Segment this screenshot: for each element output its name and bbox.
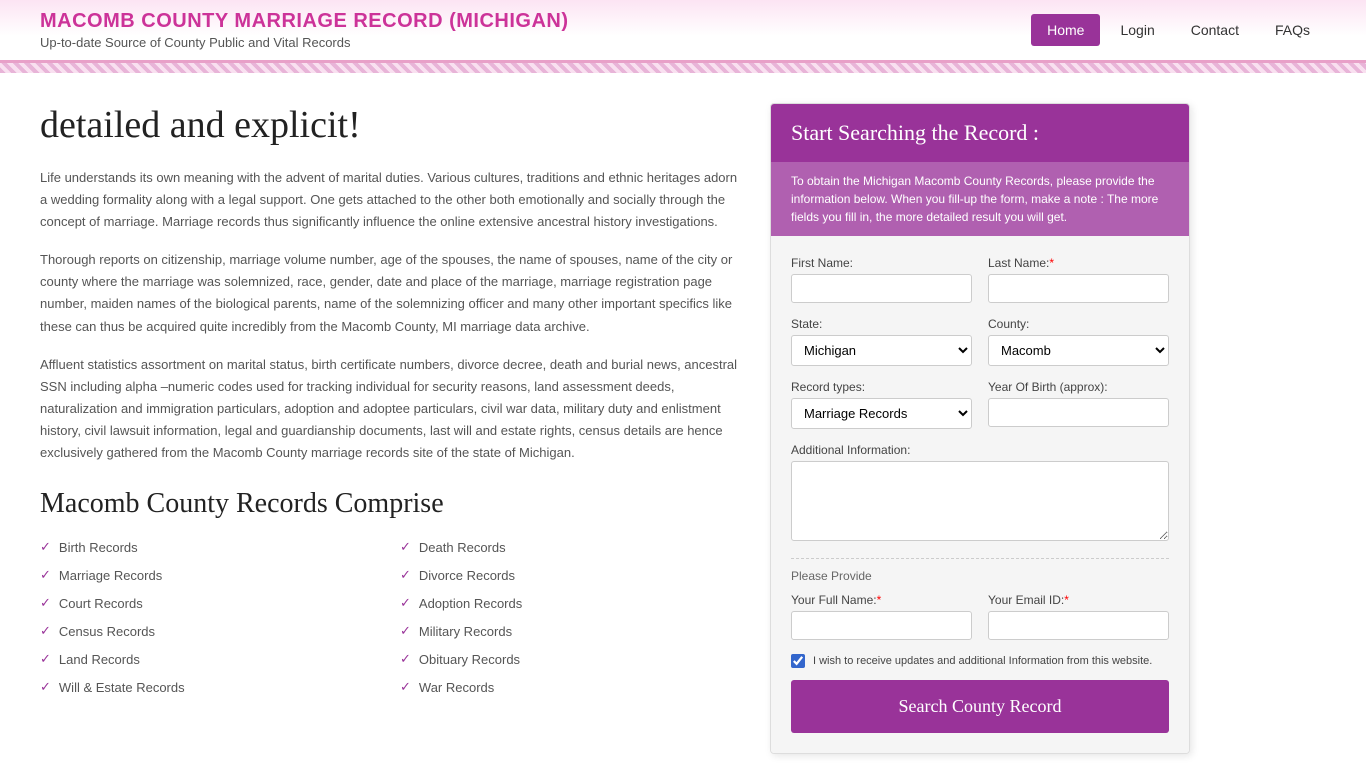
check-icon: ✓ <box>400 567 411 583</box>
check-icon: ✓ <box>400 539 411 555</box>
list-item: ✓ Land Records <box>40 648 380 670</box>
form-header: Start Searching the Record : <box>771 104 1189 162</box>
record-label: Land Records <box>59 652 140 667</box>
county-label: County: <box>988 317 1169 331</box>
record-label: Obituary Records <box>419 652 520 667</box>
list-item: ✓ Court Records <box>40 592 380 614</box>
main-heading: detailed and explicit! <box>40 103 740 147</box>
check-icon: ✓ <box>40 623 51 639</box>
last-name-input[interactable] <box>988 274 1169 303</box>
additional-group: Additional Information: <box>791 443 1169 544</box>
first-name-label: First Name: <box>791 256 972 270</box>
record-label: Marriage Records <box>59 568 162 583</box>
email-group: Your Email ID:* <box>988 593 1169 640</box>
first-name-input[interactable] <box>791 274 972 303</box>
record-label: Death Records <box>419 540 506 555</box>
required-marker: * <box>1049 256 1054 270</box>
list-item: ✓ Military Records <box>400 620 740 642</box>
list-item: ✓ Will & Estate Records <box>40 676 380 698</box>
full-name-input[interactable] <box>791 611 972 640</box>
check-icon: ✓ <box>400 595 411 611</box>
required-marker: * <box>877 593 882 607</box>
record-label: Divorce Records <box>419 568 515 583</box>
check-icon: ✓ <box>400 679 411 695</box>
required-marker: * <box>1064 593 1069 607</box>
list-item: ✓ Census Records <box>40 620 380 642</box>
state-select[interactable]: Michigan <box>791 335 972 366</box>
paragraph-2: Thorough reports on citizenship, marriag… <box>40 249 740 337</box>
record-label: Birth Records <box>59 540 138 555</box>
nav-faqs[interactable]: FAQs <box>1259 14 1326 46</box>
county-group: County: Macomb <box>988 317 1169 366</box>
site-title: MACOMB COUNTY MARRIAGE RECORD (MICHIGAN) <box>40 10 569 33</box>
check-icon: ✓ <box>400 623 411 639</box>
check-icon: ✓ <box>40 595 51 611</box>
year-birth-group: Year Of Birth (approx): <box>988 380 1169 429</box>
list-item: ✓ Death Records <box>400 536 740 558</box>
paragraph-3: Affluent statistics assortment on marita… <box>40 354 740 464</box>
record-type-group: Record types: Marriage Records Birth Rec… <box>791 380 972 429</box>
state-group: State: Michigan <box>791 317 972 366</box>
state-county-row: State: Michigan County: Macomb <box>791 317 1169 366</box>
list-item: ✓ Divorce Records <box>400 564 740 586</box>
record-type-label: Record types: <box>791 380 972 394</box>
record-label: Will & Estate Records <box>59 680 185 695</box>
content-area: detailed and explicit! Life understands … <box>40 103 740 754</box>
year-birth-input[interactable] <box>988 398 1169 427</box>
additional-label: Additional Information: <box>791 443 1169 457</box>
main-content: detailed and explicit! Life understands … <box>0 73 1366 784</box>
state-label: State: <box>791 317 972 331</box>
search-form-card: Start Searching the Record : To obtain t… <box>770 103 1190 754</box>
name-row: First Name: Last Name:* <box>791 256 1169 303</box>
record-label: Census Records <box>59 624 155 639</box>
newsletter-checkbox[interactable] <box>791 654 805 668</box>
nav-home[interactable]: Home <box>1031 14 1100 46</box>
search-county-record-button[interactable]: Search County Record <box>791 680 1169 733</box>
contact-row: Your Full Name:* Your Email ID:* <box>791 593 1169 640</box>
full-name-label: Your Full Name:* <box>791 593 972 607</box>
decorative-stripe <box>0 63 1366 73</box>
please-provide-label: Please Provide <box>791 558 1169 583</box>
last-name-group: Last Name:* <box>988 256 1169 303</box>
main-nav: Home Login Contact FAQs <box>1031 14 1326 46</box>
record-label: Adoption Records <box>419 596 522 611</box>
last-name-label: Last Name:* <box>988 256 1169 270</box>
form-description: To obtain the Michigan Macomb County Rec… <box>771 162 1189 236</box>
site-subtitle: Up-to-date Source of County Public and V… <box>40 35 569 50</box>
form-body: First Name: Last Name:* State: <box>771 236 1189 753</box>
paragraph-1: Life understands its own meaning with th… <box>40 167 740 233</box>
newsletter-checkbox-row: I wish to receive updates and additional… <box>791 654 1169 668</box>
header-branding: MACOMB COUNTY MARRIAGE RECORD (MICHIGAN)… <box>40 10 569 50</box>
additional-textarea[interactable] <box>791 461 1169 541</box>
check-icon: ✓ <box>40 651 51 667</box>
newsletter-label: I wish to receive updates and additional… <box>813 655 1152 667</box>
list-item: ✓ Adoption Records <box>400 592 740 614</box>
record-label: War Records <box>419 680 494 695</box>
email-label: Your Email ID:* <box>988 593 1169 607</box>
list-item: ✓ Birth Records <box>40 536 380 558</box>
nav-login[interactable]: Login <box>1104 14 1170 46</box>
email-input[interactable] <box>988 611 1169 640</box>
record-type-select[interactable]: Marriage Records Birth Records Death Rec… <box>791 398 972 429</box>
list-item: ✓ Marriage Records <box>40 564 380 586</box>
first-name-group: First Name: <box>791 256 972 303</box>
records-heading: Macomb County Records Comprise <box>40 488 740 520</box>
list-item: ✓ War Records <box>400 676 740 698</box>
record-year-row: Record types: Marriage Records Birth Rec… <box>791 380 1169 429</box>
list-item: ✓ Obituary Records <box>400 648 740 670</box>
full-name-group: Your Full Name:* <box>791 593 972 640</box>
nav-contact[interactable]: Contact <box>1175 14 1255 46</box>
record-label: Military Records <box>419 624 512 639</box>
check-icon: ✓ <box>400 651 411 667</box>
check-icon: ✓ <box>40 539 51 555</box>
record-label: Court Records <box>59 596 143 611</box>
year-birth-label: Year Of Birth (approx): <box>988 380 1169 394</box>
check-icon: ✓ <box>40 567 51 583</box>
search-sidebar: Start Searching the Record : To obtain t… <box>770 103 1190 754</box>
county-select[interactable]: Macomb <box>988 335 1169 366</box>
header: MACOMB COUNTY MARRIAGE RECORD (MICHIGAN)… <box>0 0 1366 63</box>
records-grid: ✓ Birth Records ✓ Death Records ✓ Marria… <box>40 536 740 698</box>
check-icon: ✓ <box>40 679 51 695</box>
